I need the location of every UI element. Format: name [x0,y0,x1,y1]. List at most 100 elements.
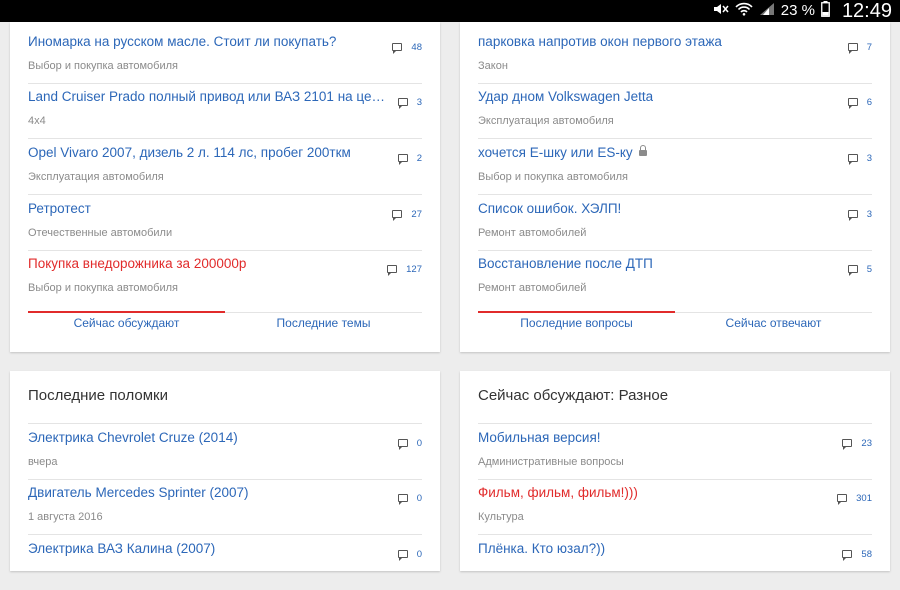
breakdown-title[interactable]: Двигатель Mercedes Sprinter (2007) [28,485,249,500]
reply-count-number: 0 [416,548,422,560]
topic-item[interactable]: Ретротест Отечественные автомобили 27 [28,195,422,251]
reply-count: 23 [842,436,872,450]
topic-item[interactable]: Opel Vivaro 2007, дизель 2 л. 114 лс, пр… [28,139,422,195]
reply-count-number: 3 [866,152,872,164]
reply-count-number: 3 [866,208,872,220]
reply-count: 3 [847,207,872,221]
status-icons: 23 % 12:49 [713,0,892,22]
topic-title[interactable]: Мобильная версия! [478,430,601,445]
topic-item[interactable]: Иномарка на русском масле. Стоит ли поку… [28,28,422,84]
question-category: Ремонт автомобилей [478,227,587,239]
reply-count-number: 48 [411,41,422,53]
reply-count-number: 0 [416,492,422,504]
comment-icon [847,154,858,165]
question-item[interactable]: Удар дном Volkswagen Jetta Эксплуатация … [478,83,872,139]
topic-title-hot[interactable]: Фильм, фильм, фильм!))) [478,485,638,500]
topic-title[interactable]: Плёнка. Кто юзал?)) [478,541,605,556]
card-latest-questions: парковка напротив окон первого этажа Зак… [460,22,890,352]
reply-count-number: 58 [861,548,872,560]
reply-count: 5 [847,262,872,276]
comment-icon [397,439,408,450]
comment-icon [392,210,403,221]
question-title[interactable]: Удар дном Volkswagen Jetta [478,89,653,104]
reply-count-number: 23 [861,437,872,449]
status-bar: 23 % 12:49 [0,0,900,22]
reply-count: 2 [397,151,422,165]
card-title: Последние поломки [28,387,168,404]
question-title[interactable]: хочется Е-шку или ES-ку [478,145,633,160]
card-title: Сейчас обсуждают: Разное [478,387,669,404]
topic-title[interactable]: Land Cruiser Prado полный привод или ВАЗ… [28,89,388,104]
reply-count: 3 [847,151,872,165]
topic-category: Культура [478,511,524,523]
comment-icon [847,43,858,54]
reply-count: 127 [387,262,422,276]
reply-count-number: 127 [406,263,422,275]
breakdown-title[interactable]: Электрика Chevrolet Cruze (2014) [28,430,238,445]
tab-latest-topics[interactable]: Последние темы [225,313,422,343]
reply-count-number: 6 [866,96,872,108]
topic-title[interactable]: Opel Vivaro 2007, дизель 2 л. 114 лс, пр… [28,145,351,160]
topic-item[interactable]: Land Cruiser Prado полный привод или ВАЗ… [28,83,422,139]
battery-icon [821,0,830,22]
question-category: Выбор и покупка автомобиля [478,171,628,183]
reply-count-number: 3 [416,96,422,108]
reply-count-number: 27 [411,208,422,220]
wifi-icon [735,2,753,21]
question-item[interactable]: Восстановление после ДТП Ремонт автомоби… [478,250,872,305]
topic-category: Эксплуатация автомобиля [28,171,164,183]
topic-category: Отечественные автомобили [28,227,173,239]
topic-item[interactable]: Покупка внедорожника за 200000р Выбор и … [28,250,422,305]
breakdown-item[interactable]: Двигатель Mercedes Sprinter (2007) 1 авг… [28,479,422,535]
topic-category: Выбор и покупка автомобиля [28,60,178,72]
topic-category: 4х4 [28,115,46,127]
comment-icon [397,154,408,165]
topic-item[interactable]: Плёнка. Кто юзал?)) 58 [478,535,872,590]
breakdown-title[interactable]: Электрика ВАЗ Калина (2007) [28,541,215,556]
reply-count-number: 7 [866,41,872,53]
comment-icon [397,494,408,505]
comment-icon [387,265,398,276]
reply-count-number: 5 [866,263,872,275]
reply-count: 0 [397,547,422,561]
question-title[interactable]: Восстановление после ДТП [478,256,653,271]
topic-category: Выбор и покупка автомобиля [28,282,178,294]
topic-title[interactable]: Иномарка на русском масле. Стоит ли поку… [28,34,336,49]
reply-count-number: 0 [416,437,422,449]
question-item[interactable]: парковка напротив окон первого этажа Зак… [478,28,872,84]
topic-title-hot[interactable]: Покупка внедорожника за 200000р [28,256,246,271]
card-now-discussing: Иномарка на русском масле. Стоит ли поку… [10,22,440,352]
question-item[interactable]: хочется Е-шку или ES-ку Выбор и покупка … [478,139,872,195]
reply-count: 301 [837,491,872,505]
topic-item[interactable]: Мобильная версия! Административные вопро… [478,423,872,480]
topic-title[interactable]: Ретротест [28,201,91,216]
question-item[interactable]: Список ошибок. ХЭЛП! Ремонт автомобилей … [478,195,872,251]
battery-percent: 23 % [780,2,815,19]
question-title[interactable]: Список ошибок. ХЭЛП! [478,201,621,216]
topic-category: Административные вопросы [478,456,624,468]
question-title-wrap[interactable]: хочется Е-шку или ES-ку [478,145,647,160]
question-category: Эксплуатация автомобиля [478,115,614,127]
clock: 12:49 [841,0,892,22]
breakdown-date: вчера [28,456,58,468]
tab-now-discussing[interactable]: Сейчас обсуждают [28,311,225,343]
card-latest-breakdowns: Последние поломки Электрика Chevrolet Cr… [10,371,440,571]
comment-icon [392,43,403,54]
reply-count: 7 [847,40,872,54]
breakdown-item[interactable]: Электрика ВАЗ Калина (2007) 0 [28,535,422,590]
reply-count-number: 2 [416,152,422,164]
lock-icon [638,145,647,157]
reply-count: 3 [397,95,422,109]
question-title[interactable]: парковка напротив окон первого этажа [478,34,722,49]
comment-icon [847,210,858,221]
breakdown-item[interactable]: Электрика Chevrolet Cruze (2014) вчера 0 [28,423,422,480]
comment-icon [842,439,853,450]
reply-count-number: 301 [856,492,872,504]
topic-item[interactable]: Фильм, фильм, фильм!))) Культура 301 [478,479,872,535]
tab-latest-questions[interactable]: Последние вопросы [478,311,675,343]
reply-count: 0 [397,436,422,450]
comment-icon [397,550,408,561]
card-tabs: Последние вопросы Сейчас отвечают [478,311,872,343]
tab-answering-now[interactable]: Сейчас отвечают [675,313,872,343]
card-discussing-misc: Сейчас обсуждают: Разное Мобильная верси… [460,371,890,571]
